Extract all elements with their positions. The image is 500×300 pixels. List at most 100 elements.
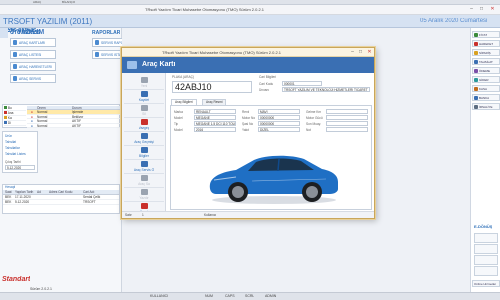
field-input[interactable]: MAVİ: [258, 109, 300, 114]
shortcut-icon: [474, 32, 478, 37]
field-label: Renk: [242, 110, 250, 114]
dialog-minimize-icon[interactable]: –: [349, 49, 356, 56]
sidebar-button-4[interactable]: Araç Geçmişi: [124, 131, 164, 146]
date-field[interactable]: 5.12.2020: [5, 165, 35, 170]
tile-arac-listesi[interactable]: ARAÇ LİSTESİ: [10, 50, 56, 59]
list-icon: [13, 52, 17, 57]
close-icon[interactable]: ✕: [489, 6, 496, 13]
shortcut-icon: [474, 41, 478, 46]
table-row[interactable]: BEK 17.11.2020 Serdal Çelik: [3, 195, 119, 200]
stats-icon: [95, 52, 99, 57]
shortcut-button-2[interactable]: SİPARİŞ: [472, 49, 500, 56]
field-input[interactable]: 2016: [194, 127, 236, 132]
cari-name-field[interactable]: TRSOFT YAZILIM VE TEKNOLOJİ HİZMETLERİ T…: [282, 87, 370, 92]
menu-item[interactable]: Ürün: [5, 134, 12, 138]
e-archive-icon[interactable]: [474, 244, 498, 254]
shortcut-button-8[interactable]: İRSALİYE: [472, 103, 500, 110]
sidebar-button-8[interactable]: Yazdır: [124, 187, 164, 202]
action-icon: [140, 160, 148, 167]
action-icon: [140, 104, 148, 111]
field-input[interactable]: MEGANE 1.5 DCİ 110 TOU: [194, 121, 236, 126]
tile-arac-servis[interactable]: ARAÇ SERVİS: [10, 74, 56, 83]
online-services-button[interactable]: Online Hizmetler: [472, 280, 500, 287]
status-item: NUM: [205, 294, 213, 298]
tree-item[interactable]: Di: [4, 121, 26, 126]
field-input[interactable]: RENAULT: [194, 109, 236, 114]
shortcut-button-5[interactable]: GİDER: [472, 76, 500, 83]
window-titlebar: TRsoft Yazılım Ticari Muhasebe Otomasyon…: [0, 5, 500, 15]
sidebar-button-7[interactable]: Araç Sa: [124, 173, 164, 188]
shortcut-icon: [474, 59, 478, 64]
field-input[interactable]: [326, 127, 368, 132]
dialog-heading: Araç Kartı: [142, 61, 176, 68]
table-row[interactable]: BEK 5.12.2020 TRSOFT: [3, 200, 119, 205]
maximize-icon[interactable]: □: [478, 6, 485, 13]
action-icon: [140, 132, 148, 139]
field-input[interactable]: MEGANE: [194, 115, 236, 120]
task-row[interactable]: ● Normal AKTİF: [27, 124, 120, 128]
action-icon: [140, 188, 148, 195]
e-invoice-icon[interactable]: [474, 233, 498, 243]
sidebar-button-2[interactable]: Sil: [124, 103, 164, 118]
shortcut-button-7[interactable]: BANKA: [472, 94, 500, 101]
quick-menu: Ürün Tahsilat Tahsilatlar Tahsilat Liste…: [2, 131, 38, 173]
action-icon: [140, 76, 148, 83]
task-grid: Bu Ana Ka Di Önem Durum ● Normal İşlemde…: [2, 104, 120, 128]
shortcut-button-1[interactable]: HAREKET: [472, 40, 500, 47]
status-bar: KULLANICI NUM CAPS SCRL ADMIN: [0, 292, 500, 300]
status-item: SCRL: [245, 294, 255, 298]
folder-icon: [4, 116, 7, 119]
car-card-icon: [127, 61, 137, 69]
e-ledger-icon[interactable]: [474, 255, 498, 265]
car-image: [209, 155, 338, 204]
sidebar-button-3[interactable]: Vazgeç: [124, 117, 164, 132]
shortcut-icon: [474, 68, 478, 73]
field-label: Yakıt: [242, 128, 250, 132]
tile-arac-hareketleri[interactable]: ARAÇ HAREKETLERİ: [10, 62, 56, 71]
cari-code-field[interactable]: 000001: [282, 81, 322, 86]
shortcut-button-4[interactable]: ÖDEME: [472, 67, 500, 74]
shortcut-button-6[interactable]: KASA: [472, 85, 500, 92]
tile-arac-kartlari[interactable]: ARAÇ KARTLARI: [10, 38, 56, 47]
dialog-status-bar: Satır 1 Kullanıcı: [122, 211, 374, 218]
menu-item[interactable]: Tahsilat Listesi: [5, 152, 26, 156]
plate-field[interactable]: 42ABJ10: [172, 81, 252, 93]
company-title: TRSOFT YAZILIM (2011): [3, 17, 93, 26]
minimize-icon[interactable]: –: [468, 6, 475, 13]
field-input[interactable]: [326, 121, 368, 126]
flag-icon: ●: [31, 110, 33, 114]
dialog-close-icon[interactable]: ✕: [366, 49, 373, 56]
toolbar-item-bilanco[interactable]: BİLANÇO: [62, 0, 75, 4]
folder-icon: [4, 111, 7, 114]
menu-item[interactable]: Tahsilatlar: [5, 146, 20, 150]
sidebar-button-6[interactable]: Araç Servis Ö: [124, 159, 164, 174]
dialog-status-user: Kullanıcı: [204, 213, 217, 217]
menu-item[interactable]: Tahsilat: [5, 140, 16, 144]
car-pillar: [277, 158, 280, 172]
field-input[interactable]: [326, 109, 368, 114]
sidebar-button-0[interactable]: Yeni: [124, 75, 164, 90]
flag-icon: ●: [31, 119, 33, 123]
shortcut-button-0[interactable]: FİYAT: [472, 31, 500, 38]
version-label: Sürüm 2.0.2.1: [30, 287, 52, 291]
dialog-maximize-icon[interactable]: □: [357, 49, 364, 56]
table-header: Saat Yapılan Tarih Ad Adres Cari Kodu Ca…: [3, 190, 119, 195]
e-dispatch-icon[interactable]: [474, 266, 498, 276]
sidebar-button-1[interactable]: Kaydet: [124, 89, 164, 104]
shortcut-button-3[interactable]: TAHSİLAT: [472, 58, 500, 65]
section-raporlar-label: RAPORLAR: [92, 30, 121, 36]
table-title: Hesapl: [5, 185, 16, 189]
field-input[interactable]: [326, 115, 368, 120]
field-input[interactable]: DİZEL: [258, 127, 300, 132]
sidebar-button-5[interactable]: Bilgiler: [124, 145, 164, 160]
service-icon: [13, 76, 17, 81]
field-input[interactable]: 00000000: [258, 121, 300, 126]
brand-mask: [0, 28, 8, 38]
toolbar-item-arac[interactable]: ARAÇ: [33, 0, 41, 4]
section-oto-servis-label: OTO SERVİS: [10, 30, 41, 36]
window-title: TRsoft Yazılım Ticari Muhasebe Otomasyon…: [145, 7, 265, 12]
field-label: Gelme Km: [306, 110, 322, 114]
shortcut-icon: [474, 50, 478, 55]
shortcut-icon: [474, 95, 478, 100]
field-input[interactable]: 00000000: [258, 115, 300, 120]
